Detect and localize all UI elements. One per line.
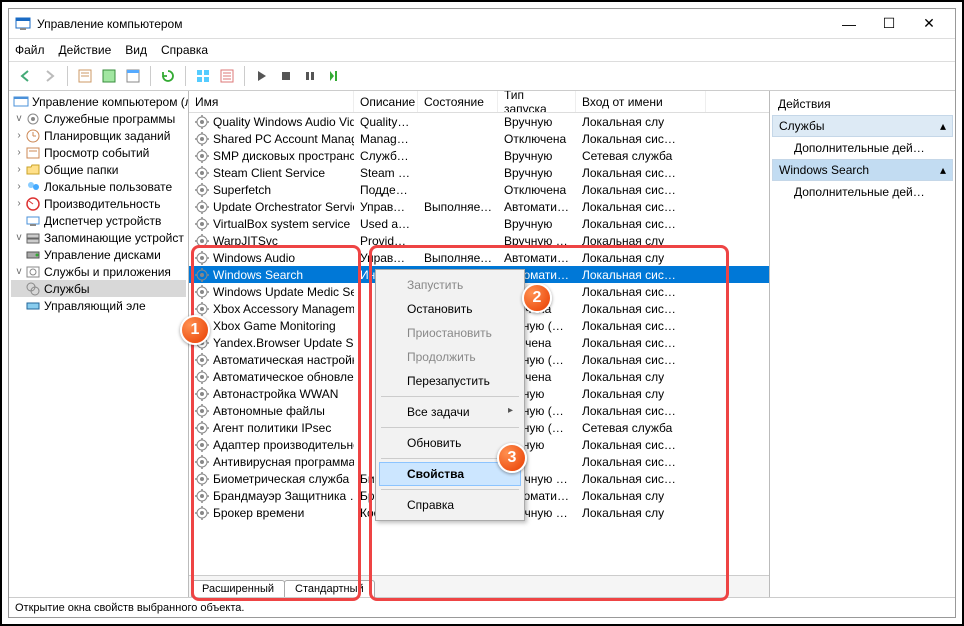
ctx-help[interactable]: Справка	[379, 493, 521, 517]
actions-pane: Действия Службы▴ Дополнительные дей… Win…	[770, 91, 955, 597]
menu-action[interactable]: Действие	[59, 43, 112, 57]
gear-icon	[195, 115, 209, 129]
gear-icon	[195, 472, 209, 486]
gear-icon	[195, 506, 209, 520]
nav-tree[interactable]: Управление компьютером (л vСлужебные про…	[9, 91, 189, 597]
tab-extended[interactable]: Расширенный	[191, 580, 285, 597]
tree-g1[interactable]: vСлужебные программы	[11, 110, 186, 127]
app-icon	[15, 16, 31, 32]
ctx-pause[interactable]: Приостановить	[379, 321, 521, 345]
gear-icon	[195, 166, 209, 180]
toolbar-btn-console[interactable]	[98, 65, 120, 87]
minimize-button[interactable]: —	[829, 10, 869, 38]
toolbar-btn-play[interactable]	[251, 65, 273, 87]
titlebar: Управление компьютером — ☐ ✕	[9, 9, 955, 39]
nav-back-button[interactable]	[15, 65, 37, 87]
nav-fwd-button[interactable]	[39, 65, 61, 87]
col-name[interactable]: Имя	[189, 91, 354, 112]
table-row[interactable]: Update Orchestrator ServiceУправляет…Вып…	[189, 198, 769, 215]
actions-title: Действия	[772, 93, 953, 115]
gear-icon	[195, 489, 209, 503]
gear-icon	[195, 217, 209, 231]
gear-icon	[195, 200, 209, 214]
ctx-start[interactable]: Запустить	[379, 273, 521, 297]
table-row[interactable]: Quality Windows Audio Vid…Quality Wi…Вру…	[189, 113, 769, 130]
status-bar: Открытие окна свойств выбранного объекта…	[9, 597, 955, 617]
tree-g1b[interactable]: ›Просмотр событий	[11, 144, 186, 161]
maximize-button[interactable]: ☐	[869, 10, 909, 38]
col-start[interactable]: Тип запуска	[498, 91, 576, 112]
gear-icon	[195, 183, 209, 197]
actions-more-1[interactable]: Дополнительные дей…	[772, 137, 953, 159]
toolbar-btn-export[interactable]	[122, 65, 144, 87]
col-desc[interactable]: Описание	[354, 91, 418, 112]
tree-g3b[interactable]: Управляющий эле	[11, 297, 186, 314]
toolbar-btn-grid[interactable]	[192, 65, 214, 87]
gear-icon	[195, 132, 209, 146]
tree-g1f[interactable]: Диспетчер устройств	[11, 212, 186, 229]
collapse-icon: ▴	[940, 119, 946, 133]
list-header[interactable]: Имя Описание Состояние Тип запуска Вход …	[189, 91, 769, 113]
toolbar-btn-props[interactable]	[74, 65, 96, 87]
gear-icon	[195, 302, 209, 316]
table-row[interactable]: SuperfetchПоддержи…ОтключенаЛокальная си…	[189, 181, 769, 198]
gear-icon	[195, 370, 209, 384]
actions-more-2[interactable]: Дополнительные дей…	[772, 181, 953, 203]
table-row[interactable]: SMP дисковых пространств…Служба уз…Вручн…	[189, 147, 769, 164]
tree-g3[interactable]: vСлужбы и приложения	[11, 263, 186, 280]
tree-g3a[interactable]: Службы	[11, 280, 186, 297]
gear-icon	[195, 234, 209, 248]
callout-num-1: 1	[180, 315, 210, 345]
tree-g1c[interactable]: ›Общие папки	[11, 161, 186, 178]
menu-file[interactable]: Файл	[15, 43, 45, 57]
context-menu: Запустить Остановить Приостановить Продо…	[375, 269, 525, 521]
table-row[interactable]: VirtualBox system serviceUsed as a …Вруч…	[189, 215, 769, 232]
tree-root[interactable]: Управление компьютером (л	[11, 93, 186, 110]
tree-g2[interactable]: vЗапоминающие устройст	[11, 229, 186, 246]
tab-standard[interactable]: Стандартный	[284, 580, 375, 597]
toolbar-btn-stop[interactable]	[275, 65, 297, 87]
col-logon[interactable]: Вход от имени	[576, 91, 706, 112]
toolbar-btn-restart[interactable]	[323, 65, 345, 87]
gear-icon	[195, 251, 209, 265]
gear-icon	[195, 455, 209, 469]
tree-g1e[interactable]: ›Производительность	[11, 195, 186, 212]
col-state[interactable]: Состояние	[418, 91, 498, 112]
menu-view[interactable]: Вид	[125, 43, 147, 57]
table-row[interactable]: Steam Client ServiceSteam Clie…ВручнуюЛо…	[189, 164, 769, 181]
tree-g2a[interactable]: Управление дисками	[11, 246, 186, 263]
menu-help[interactable]: Справка	[161, 43, 208, 57]
toolbar-btn-list[interactable]	[216, 65, 238, 87]
gear-icon	[195, 268, 209, 282]
view-tabs: Расширенный Стандартный	[189, 575, 769, 597]
toolbar-btn-refresh[interactable]	[157, 65, 179, 87]
table-row[interactable]: WarpJITSvcProvides a …Вручную (ак…Локаль…	[189, 232, 769, 249]
collapse-icon: ▴	[940, 163, 946, 177]
ctx-restart[interactable]: Перезапустить	[379, 369, 521, 393]
menubar: Файл Действие Вид Справка	[9, 39, 955, 61]
ctx-stop[interactable]: Остановить	[379, 297, 521, 321]
close-button[interactable]: ✕	[909, 10, 949, 38]
gear-icon	[195, 149, 209, 163]
table-row[interactable]: Shared PC Account ManagerManages p…Отклю…	[189, 130, 769, 147]
callout-num-2: 2	[522, 283, 552, 313]
gear-icon	[195, 438, 209, 452]
callout-num-3: 3	[497, 443, 527, 473]
gear-icon	[195, 353, 209, 367]
actions-header-services[interactable]: Службы▴	[772, 115, 953, 137]
window-title: Управление компьютером	[37, 17, 182, 31]
toolbar-btn-pause[interactable]	[299, 65, 321, 87]
table-row[interactable]: Windows AudioУправлен…ВыполняетсяАвтомат…	[189, 249, 769, 266]
actions-header-item[interactable]: Windows Search▴	[772, 159, 953, 181]
toolbar	[9, 61, 955, 91]
tree-g1a[interactable]: ›Планировщик заданий	[11, 127, 186, 144]
gear-icon	[195, 404, 209, 418]
tree-g1d[interactable]: ›Локальные пользовате	[11, 178, 186, 195]
gear-icon	[195, 421, 209, 435]
ctx-resume[interactable]: Продолжить	[379, 345, 521, 369]
gear-icon	[195, 387, 209, 401]
gear-icon	[195, 285, 209, 299]
ctx-alltasks[interactable]: Все задачи	[379, 400, 521, 424]
